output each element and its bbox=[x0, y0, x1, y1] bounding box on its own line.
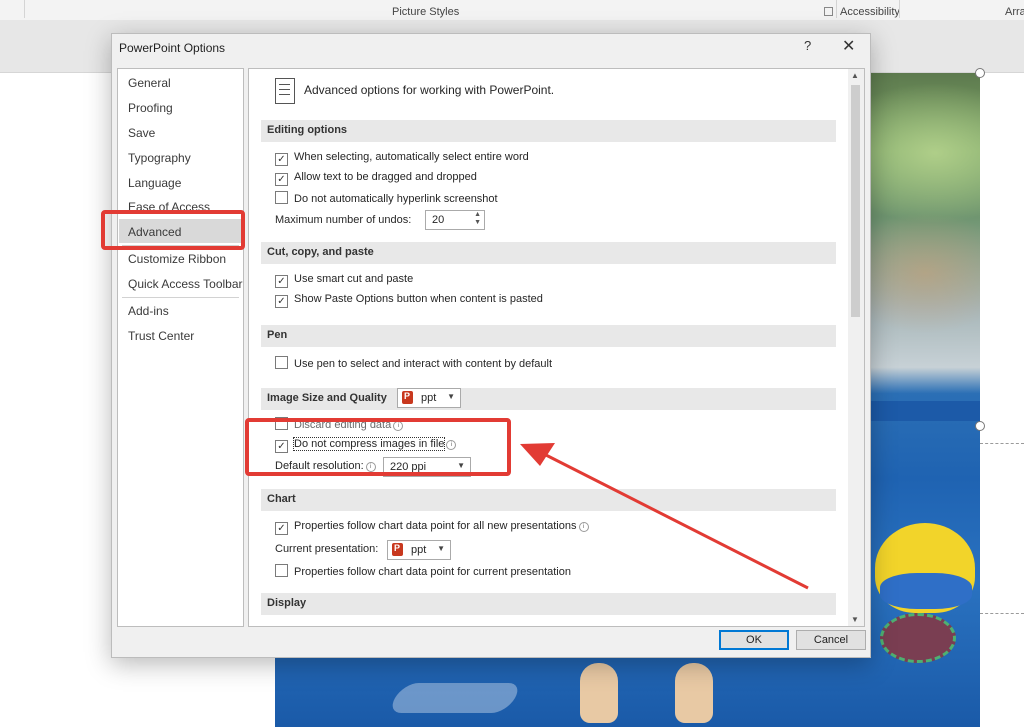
annotation-arrow-shaft bbox=[539, 450, 809, 590]
annotation-arrow bbox=[520, 443, 809, 590]
annotation-arrow-head bbox=[520, 443, 555, 466]
